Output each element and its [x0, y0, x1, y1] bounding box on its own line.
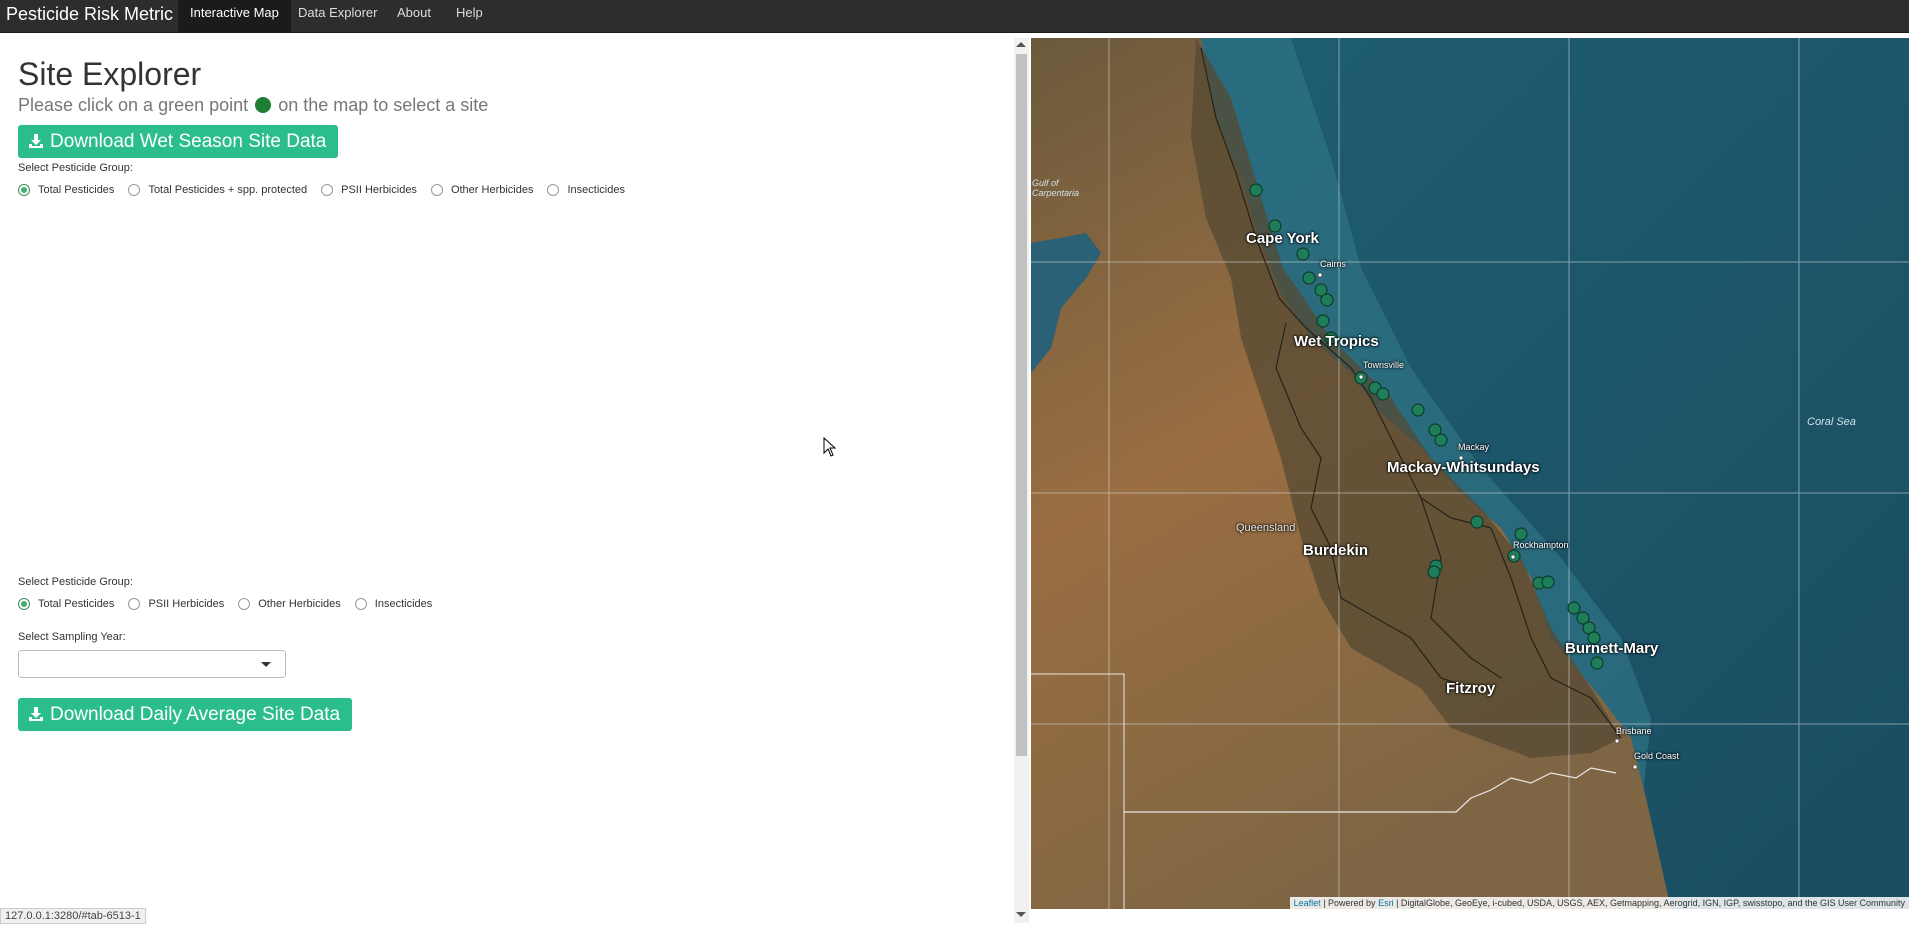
site-marker[interactable]	[1514, 527, 1528, 541]
city-label-townsville: Townsville	[1363, 360, 1405, 370]
radio-total-pesticides[interactable]: Total Pesticides	[18, 184, 114, 196]
scroll-down-arrow[interactable]	[1016, 912, 1026, 917]
radio-label: Insecticides	[567, 184, 625, 196]
radio-label: Total Pesticides + spp. protected	[148, 184, 308, 196]
radio-insecticides-2[interactable]: Insecticides	[354, 598, 433, 610]
radio-circle[interactable]	[238, 598, 251, 610]
download-wet-season-button[interactable]: Download Wet Season Site Data	[18, 125, 339, 158]
map-attribution: Leaflet | Powered by Esri | DigitalGlobe…	[1289, 897, 1909, 909]
radio-total-pesticides-spp[interactable]: Total Pesticides + spp. protected	[128, 184, 307, 196]
site-marker[interactable]	[1411, 403, 1425, 417]
region-label-burnett-mary: Burnett-Mary	[1565, 640, 1659, 657]
download-daily-average-label: Download Daily Average Site Data	[50, 704, 341, 725]
radio-label: Total Pesticides	[38, 598, 115, 610]
radio-total-pesticides-2[interactable]: Total Pesticides	[18, 598, 114, 610]
sea-label-coral-sea: Coral Sea	[1807, 416, 1856, 428]
tab-data-explorer[interactable]: Data Explorer	[286, 0, 389, 32]
radio-circle[interactable]	[128, 184, 141, 196]
download-daily-average-button[interactable]: Download Daily Average Site Data	[18, 698, 353, 731]
download-wet-season-label: Download Wet Season Site Data	[50, 131, 327, 152]
radio-label: PSII Herbicides	[341, 184, 417, 196]
attribution-sources: | DigitalGlobe, GeoEye, i-cubed, USDA, U…	[1396, 898, 1905, 908]
radio-label: Other Herbicides	[258, 598, 341, 610]
app-brand[interactable]: Pesticide Risk Metric	[6, 2, 173, 26]
site-marker[interactable]	[1320, 293, 1334, 307]
pesticide-group-radios-1: Total Pesticides Total Pesticides + spp.…	[18, 182, 639, 198]
site-marker[interactable]	[1541, 575, 1555, 589]
pesticide-group-radios-2: Total Pesticides PSII Herbicides Other H…	[18, 596, 446, 612]
city-label-brisbane: Brisbane	[1616, 726, 1652, 736]
page-title: Site Explorer	[18, 56, 202, 92]
download-icon	[29, 707, 43, 721]
radio-insecticides[interactable]: Insecticides	[547, 184, 625, 196]
city-label-cairns: Cairns	[1320, 259, 1347, 269]
scrollbar-thumb[interactable]	[1016, 54, 1027, 756]
site-marker[interactable]	[1376, 387, 1390, 401]
site-marker[interactable]	[1470, 515, 1484, 529]
tab-about[interactable]: About	[385, 0, 443, 32]
attribution-powered: | Powered by	[1323, 898, 1376, 908]
mouse-cursor-icon	[823, 437, 837, 457]
tab-interactive-map[interactable]: Interactive Map	[178, 0, 291, 32]
site-marker[interactable]	[1427, 565, 1441, 579]
tab-help[interactable]: Help	[444, 0, 495, 32]
region-label-burdekin: Burdekin	[1303, 542, 1369, 559]
state-label-queensland: Queensland	[1236, 522, 1296, 534]
radio-circle[interactable]	[321, 184, 334, 196]
radio-psii-herbicides-2[interactable]: PSII Herbicides	[128, 598, 224, 610]
radio-psii-herbicides[interactable]: PSII Herbicides	[321, 184, 417, 196]
radio-circle[interactable]	[18, 184, 30, 196]
pesticide-group-label-1: Select Pesticide Group:	[18, 162, 133, 174]
site-marker[interactable]	[1296, 247, 1310, 261]
instruction-after: on the map to select a site	[278, 95, 489, 115]
site-marker[interactable]	[1590, 656, 1604, 670]
radio-label: Other Herbicides	[450, 184, 534, 196]
site-explorer-panel: Site Explorer Please click on a green po…	[0, 38, 1012, 923]
radio-circle[interactable]	[547, 184, 560, 196]
site-marker[interactable]	[1567, 601, 1581, 615]
radio-circle[interactable]	[128, 598, 141, 610]
site-marker[interactable]	[1434, 433, 1448, 447]
radio-other-herbicides-2[interactable]: Other Herbicides	[238, 598, 341, 610]
scroll-up-arrow[interactable]	[1016, 42, 1026, 47]
sampling-year-label: Select Sampling Year:	[18, 631, 126, 643]
download-icon	[29, 134, 43, 148]
navbar: Pesticide Risk Metric Interactive Map Da…	[0, 0, 1909, 33]
green-point-icon	[255, 97, 272, 113]
region-label-cape-york: Cape York	[1246, 230, 1319, 247]
instruction-before: Please click on a green point	[18, 95, 249, 115]
city-label-mackay: Mackay	[1458, 442, 1490, 452]
pesticide-group-label-2: Select Pesticide Group:	[18, 576, 133, 588]
sampling-year-select[interactable]	[18, 650, 286, 678]
radio-circle[interactable]	[354, 598, 367, 610]
instructions-text: Please click on a green point on the map…	[18, 95, 488, 116]
site-marker[interactable]	[1249, 183, 1263, 197]
interactive-map[interactable]: Cape York Wet Tropics Mackay-Whitsundays…	[1031, 38, 1909, 909]
esri-link[interactable]: Esri	[1378, 898, 1394, 908]
radio-label: Insecticides	[374, 598, 433, 610]
radio-label: PSII Herbicides	[148, 598, 225, 610]
city-label-gold-coast: Gold Coast	[1634, 751, 1680, 761]
region-label-wet-tropics: Wet Tropics	[1294, 333, 1379, 350]
leaflet-link[interactable]: Leaflet	[1294, 898, 1321, 908]
site-marker[interactable]	[1316, 314, 1330, 328]
site-marker[interactable]	[1302, 271, 1316, 285]
region-label-fitzroy: Fitzroy	[1446, 680, 1496, 697]
region-label-mackay-whitsundays: Mackay-Whitsundays	[1387, 459, 1540, 476]
radio-other-herbicides[interactable]: Other Herbicides	[430, 184, 534, 196]
radio-circle[interactable]	[18, 598, 30, 610]
status-url: 127.0.0.1:3280/#tab-6513-1	[0, 908, 146, 924]
radio-circle[interactable]	[430, 184, 443, 196]
chevron-down-icon	[261, 662, 271, 667]
city-label-rockhampton: Rockhampton	[1513, 540, 1569, 550]
radio-label: Total Pesticides	[38, 184, 115, 196]
gulf-label: Gulf of Carpentaria	[1032, 178, 1080, 198]
